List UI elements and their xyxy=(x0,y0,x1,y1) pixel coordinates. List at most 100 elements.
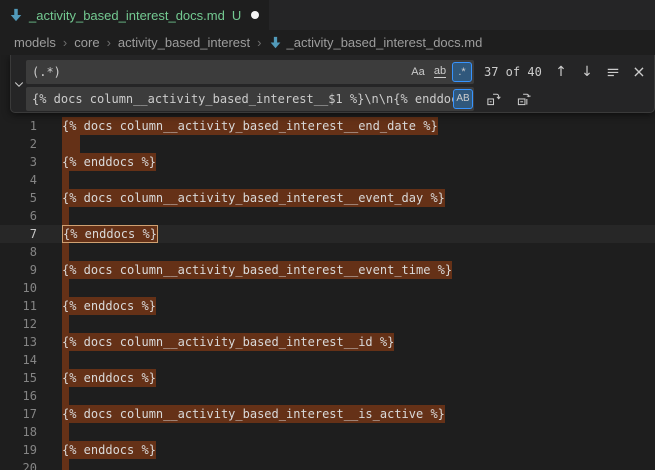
unsaved-changes-dot[interactable] xyxy=(251,11,259,19)
find-results-count: 37 of 40 xyxy=(484,65,546,79)
tab-bar: _activity_based_interest_docs.md U xyxy=(0,0,655,30)
line-number: 2 xyxy=(0,137,37,151)
breadcrumb-separator: › xyxy=(107,35,111,50)
code-line[interactable]: 10 xyxy=(0,279,655,297)
line-content[interactable]: {% enddocs %} xyxy=(62,441,156,459)
code-line[interactable]: 2 xyxy=(0,135,655,153)
match-case-button[interactable]: Aa xyxy=(408,62,428,82)
toggle-replace-button[interactable] xyxy=(11,55,26,112)
replace-all-icon xyxy=(517,91,532,106)
replace-icon xyxy=(486,91,501,106)
replace-all-button[interactable] xyxy=(513,88,535,110)
markdown-file-icon xyxy=(269,36,282,49)
line-number: 18 xyxy=(0,425,37,439)
chevron-down-icon xyxy=(13,78,25,90)
whole-word-button[interactable]: ab xyxy=(430,62,450,82)
line-content[interactable] xyxy=(62,207,69,225)
line-content[interactable]: {% docs column__activity_based_interest_… xyxy=(62,117,438,135)
line-number: 17 xyxy=(0,407,37,421)
tab-active-file[interactable]: _activity_based_interest_docs.md U xyxy=(0,0,269,30)
code-area[interactable]: 1 {% docs column__activity_based_interes… xyxy=(0,55,655,470)
code-line[interactable]: 5 {% docs column__activity_based_interes… xyxy=(0,189,655,207)
code-line[interactable]: 9 {% docs column__activity_based_interes… xyxy=(0,261,655,279)
line-content[interactable] xyxy=(62,171,69,189)
close-find-button[interactable]: × xyxy=(628,61,650,83)
previous-match-button[interactable]: ↑ xyxy=(550,61,572,83)
code-line[interactable]: 14 xyxy=(0,351,655,369)
code-line[interactable]: 18 xyxy=(0,423,655,441)
breadcrumb-item-models[interactable]: models xyxy=(14,35,56,50)
line-content[interactable] xyxy=(62,135,80,153)
find-input-value[interactable]: (.*) xyxy=(26,65,408,79)
arrow-up-icon: ↑ xyxy=(555,64,567,80)
code-line[interactable]: 7 {% enddocs %} xyxy=(0,225,655,243)
line-content[interactable]: {% enddocs %} xyxy=(62,153,156,171)
breadcrumb-separator: › xyxy=(257,35,261,50)
line-content[interactable]: {% enddocs %} xyxy=(62,225,158,243)
line-content[interactable]: {% docs column__activity_based_interest_… xyxy=(62,189,445,207)
code-line[interactable]: 20 xyxy=(0,459,655,470)
line-number: 20 xyxy=(0,461,37,470)
replace-row: {% docs column__activity_based_interest_… xyxy=(26,86,650,111)
find-widget-body: (.*) Aa ab .* 37 of 40 ↑ ↓ × xyxy=(26,55,654,112)
vscode-window: _activity_based_interest_docs.md U model… xyxy=(0,0,655,470)
replace-input[interactable]: {% docs column__activity_based_interest_… xyxy=(26,87,474,111)
line-number: 13 xyxy=(0,335,37,349)
line-number: 11 xyxy=(0,299,37,313)
line-number: 9 xyxy=(0,263,37,277)
line-number: 6 xyxy=(0,209,37,223)
line-content[interactable] xyxy=(62,459,69,470)
tab-filename: _activity_based_interest_docs.md xyxy=(29,8,225,23)
line-number: 8 xyxy=(0,245,37,259)
line-number: 12 xyxy=(0,317,37,331)
editor-pane[interactable]: (.*) Aa ab .* 37 of 40 ↑ ↓ × xyxy=(0,55,655,470)
line-content[interactable]: {% docs column__activity_based_interest_… xyxy=(62,333,394,351)
breadcrumb-item-core[interactable]: core xyxy=(74,35,99,50)
markdown-file-icon xyxy=(9,8,23,22)
line-content[interactable] xyxy=(62,243,69,261)
arrow-down-icon: ↓ xyxy=(581,64,593,80)
line-content[interactable] xyxy=(62,279,69,297)
line-content[interactable]: {% docs column__activity_based_interest_… xyxy=(62,261,452,279)
line-content[interactable]: {% docs column__activity_based_interest_… xyxy=(62,405,445,423)
code-line[interactable]: 19 {% enddocs %} xyxy=(0,441,655,459)
line-content[interactable]: {% enddocs %} xyxy=(62,297,156,315)
code-line[interactable]: 11 {% enddocs %} xyxy=(0,297,655,315)
line-number: 14 xyxy=(0,353,37,367)
git-status-badge: U xyxy=(232,8,241,23)
line-content[interactable]: {% enddocs %} xyxy=(62,369,156,387)
line-number: 16 xyxy=(0,389,37,403)
code-line[interactable]: 4 xyxy=(0,171,655,189)
find-input[interactable]: (.*) Aa ab .* xyxy=(26,60,474,84)
line-content[interactable] xyxy=(62,351,69,369)
code-line[interactable]: 12 xyxy=(0,315,655,333)
code-line[interactable]: 16 xyxy=(0,387,655,405)
line-content[interactable] xyxy=(62,315,69,333)
code-line[interactable]: 3 {% enddocs %} xyxy=(0,153,655,171)
preserve-case-button[interactable]: AB xyxy=(453,89,473,109)
regex-button[interactable]: .* xyxy=(452,62,472,82)
replace-input-value[interactable]: {% docs column__activity_based_interest_… xyxy=(26,92,453,106)
breadcrumb-item-activity-based-interest[interactable]: activity_based_interest xyxy=(118,35,250,50)
breadcrumb: models › core › activity_based_interest … xyxy=(0,30,655,55)
line-number: 5 xyxy=(0,191,37,205)
line-number: 19 xyxy=(0,443,37,457)
replace-button[interactable] xyxy=(482,88,504,110)
breadcrumb-separator: › xyxy=(63,35,67,50)
line-content[interactable] xyxy=(62,387,69,405)
code-line[interactable]: 13 {% docs column__activity_based_intere… xyxy=(0,333,655,351)
breadcrumb-file-label: _activity_based_interest_docs.md xyxy=(287,35,483,50)
find-in-selection-button[interactable] xyxy=(602,61,624,83)
line-number: 7 xyxy=(0,227,37,241)
code-line[interactable]: 17 {% docs column__activity_based_intere… xyxy=(0,405,655,423)
close-icon: × xyxy=(632,62,645,81)
code-line[interactable]: 6 xyxy=(0,207,655,225)
code-line[interactable]: 8 xyxy=(0,243,655,261)
next-match-button[interactable]: ↓ xyxy=(576,61,598,83)
code-line[interactable]: 1 {% docs column__activity_based_interes… xyxy=(0,117,655,135)
line-number: 10 xyxy=(0,281,37,295)
breadcrumb-item-file[interactable]: _activity_based_interest_docs.md xyxy=(269,35,483,50)
code-line[interactable]: 15 {% enddocs %} xyxy=(0,369,655,387)
line-content[interactable] xyxy=(62,423,69,441)
line-number: 1 xyxy=(0,119,37,133)
